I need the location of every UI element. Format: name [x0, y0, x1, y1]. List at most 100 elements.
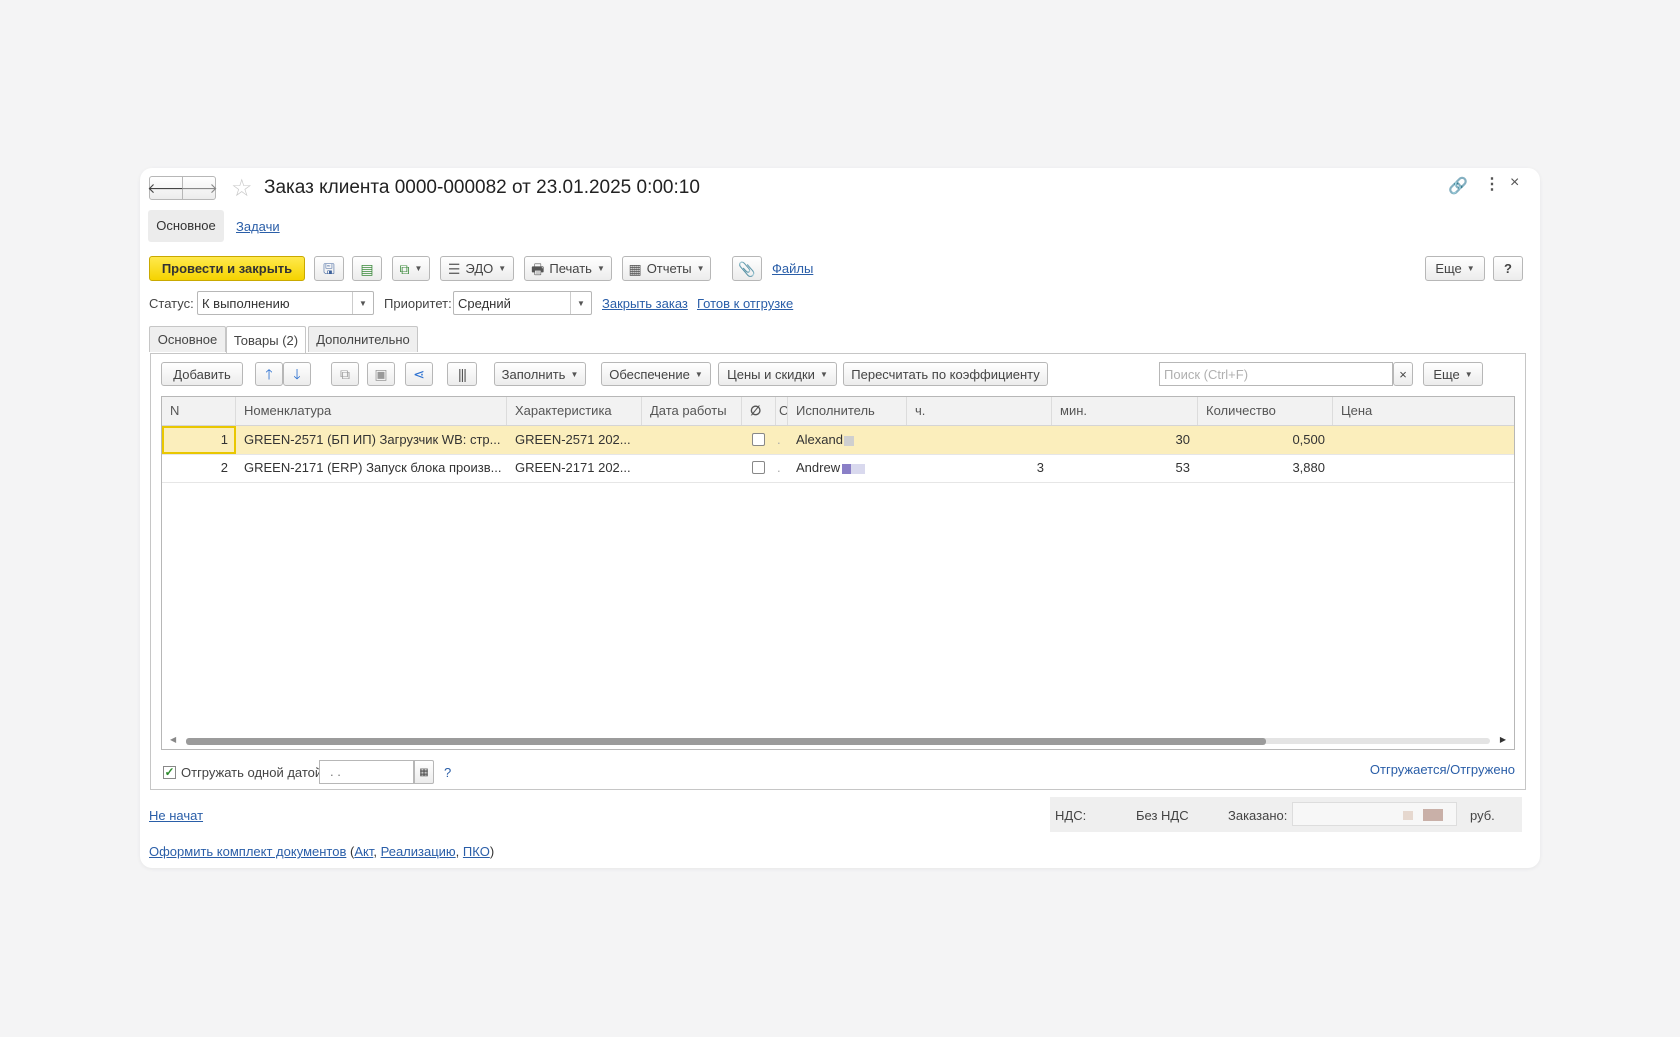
- pko-link[interactable]: ПКО: [463, 844, 490, 859]
- fill-label: Заполнить: [501, 366, 566, 382]
- chevron-down-icon: ▼: [570, 369, 579, 379]
- redacted-block: [842, 463, 852, 474]
- move-down-button[interactable]: 🡓: [283, 362, 311, 386]
- shipping-status-link[interactable]: Отгружается/Отгружено: [1370, 762, 1515, 777]
- post-button[interactable]: ▤: [352, 256, 382, 281]
- nav-tab-main[interactable]: Основное: [148, 210, 224, 242]
- back-button[interactable]: 🡐: [147, 176, 185, 200]
- row-date: [642, 454, 742, 482]
- close-icon[interactable]: ×: [1510, 174, 1519, 192]
- row-price: [1333, 426, 1514, 454]
- tab-main[interactable]: Основное: [149, 326, 226, 352]
- save-button[interactable]: 🖫: [314, 256, 344, 281]
- copy-button[interactable]: ⧉: [331, 362, 359, 386]
- col-item[interactable]: Номенклатура: [236, 397, 507, 425]
- attach-button[interactable]: 📎: [732, 256, 762, 281]
- row-minutes: 53: [1175, 460, 1190, 475]
- share-icon: ⋖: [413, 366, 425, 382]
- barcode-icon: |||: [458, 366, 467, 382]
- tab-goods[interactable]: Товары (2): [226, 326, 306, 353]
- help-button[interactable]: ?: [1493, 256, 1523, 281]
- realization-link[interactable]: Реализацию: [381, 844, 456, 859]
- act-link[interactable]: Акт: [354, 844, 373, 859]
- prices-button[interactable]: Цены и скидки ▼: [718, 362, 837, 386]
- col-minutes[interactable]: мин.: [1052, 397, 1198, 425]
- ready-to-ship-link[interactable]: Готов к отгрузке: [697, 296, 793, 311]
- col-quantity[interactable]: Количество: [1198, 397, 1333, 425]
- help-question-link[interactable]: ?: [444, 765, 451, 780]
- arrow-left-icon: 🡐: [147, 180, 185, 196]
- more-button[interactable]: Еще ▼: [1425, 256, 1485, 281]
- ordered-total-field: [1292, 802, 1457, 826]
- post-document-icon: ▤: [360, 260, 374, 277]
- col-characteristic[interactable]: Характеристика: [507, 397, 642, 425]
- print-button[interactable]: 🖶 Печать ▼: [524, 256, 612, 281]
- chevron-down-icon: ▼: [1464, 369, 1473, 379]
- horizontal-scrollbar[interactable]: ◀ ▶: [170, 735, 1506, 745]
- paste-icon: ▣: [374, 366, 388, 382]
- add-button[interactable]: Добавить: [161, 362, 243, 386]
- search-input[interactable]: Поиск (Ctrl+F): [1159, 362, 1393, 386]
- favorite-star-icon[interactable]: ☆: [231, 174, 253, 203]
- move-up-button[interactable]: 🡑: [255, 362, 283, 386]
- fill-button[interactable]: Заполнить ▼: [494, 362, 586, 386]
- supply-button[interactable]: Обеспечение ▼: [601, 362, 711, 386]
- table-row[interactable]: 2 GREEN-2171 (ERP) Запуск блока произв..…: [162, 454, 1514, 483]
- col-price[interactable]: Цена: [1333, 397, 1514, 425]
- paren-close: ): [489, 844, 495, 859]
- row-executor: Andrew: [788, 454, 907, 482]
- currency-label: руб.: [1470, 808, 1495, 823]
- reports-label: Отчеты: [646, 261, 692, 276]
- ship-date-input[interactable]: . .: [319, 760, 414, 784]
- table-header: N Номенклатура Характеристика Дата работ…: [162, 397, 1514, 426]
- status-value: К выполнению: [202, 296, 290, 311]
- goods-table[interactable]: N Номенклатура Характеристика Дата работ…: [161, 396, 1515, 750]
- documents-link[interactable]: Оформить комплект документов: [149, 844, 346, 859]
- table-row[interactable]: 1 GREEN-2571 (БП ИП) Загрузчик WB: стр..…: [162, 426, 1514, 455]
- nav-tab-tasks[interactable]: Задачи: [236, 219, 280, 234]
- col-hours[interactable]: ч.: [907, 397, 1052, 425]
- priority-select[interactable]: Средний ▼: [453, 291, 592, 315]
- recalc-button[interactable]: Пересчитать по коэффициенту: [843, 362, 1048, 386]
- redacted-block: [851, 463, 866, 474]
- row-n: 2: [220, 460, 228, 475]
- calendar-button[interactable]: ▦: [414, 760, 434, 784]
- status-select[interactable]: К выполнению ▼: [197, 291, 374, 315]
- scroll-left-icon[interactable]: ◀: [170, 735, 176, 744]
- files-link[interactable]: Файлы: [772, 261, 813, 276]
- arrow-down-icon: 🡓: [293, 366, 301, 382]
- paste-button[interactable]: ▣: [367, 362, 395, 386]
- forward-button[interactable]: 🡒: [180, 176, 218, 200]
- link-icon[interactable]: 🔗: [1448, 176, 1468, 196]
- row-checkbox[interactable]: [752, 461, 765, 474]
- scroll-right-icon[interactable]: ▶: [1500, 735, 1506, 744]
- more-vertical-icon[interactable]: ⋮: [1484, 174, 1500, 194]
- row-hours: [907, 426, 1052, 454]
- reports-button[interactable]: ▦ Отчеты ▼: [622, 256, 711, 281]
- status-not-started-link[interactable]: Не начат: [149, 808, 203, 823]
- col-n[interactable]: N: [162, 397, 236, 425]
- close-order-link[interactable]: Закрыть заказ: [602, 296, 688, 311]
- create-based-button[interactable]: ⧉ ▼: [392, 256, 430, 281]
- barcode-button[interactable]: |||: [447, 362, 477, 386]
- ship-one-date-label: Отгружать одной датой: [181, 765, 323, 780]
- row-executor-name: Andrew: [796, 460, 841, 475]
- edo-button[interactable]: ☰ ЭДО ▼: [440, 256, 514, 281]
- share-button[interactable]: ⋖: [405, 362, 433, 386]
- col-c[interactable]: С: [776, 397, 788, 425]
- ship-one-date-checkbox[interactable]: ✓: [163, 766, 176, 779]
- col-executor[interactable]: Исполнитель: [788, 397, 907, 425]
- row-checkbox[interactable]: [752, 433, 765, 446]
- tab-additional[interactable]: Дополнительно: [308, 326, 418, 352]
- scroll-thumb[interactable]: [186, 738, 1266, 745]
- table-more-button[interactable]: Еще ▼: [1423, 362, 1483, 386]
- priority-value: Средний: [458, 296, 511, 311]
- table-more-label: Еще: [1433, 366, 1460, 382]
- row-executor: Alexand: [788, 426, 907, 454]
- col-hidden-icon[interactable]: ∅: [742, 397, 776, 425]
- post-and-close-button[interactable]: Провести и закрыть: [149, 256, 305, 281]
- print-label: Печать: [549, 261, 592, 276]
- col-date[interactable]: Дата работы: [642, 397, 742, 425]
- clear-search-button[interactable]: ×: [1393, 362, 1413, 386]
- prices-label: Цены и скидки: [727, 366, 815, 382]
